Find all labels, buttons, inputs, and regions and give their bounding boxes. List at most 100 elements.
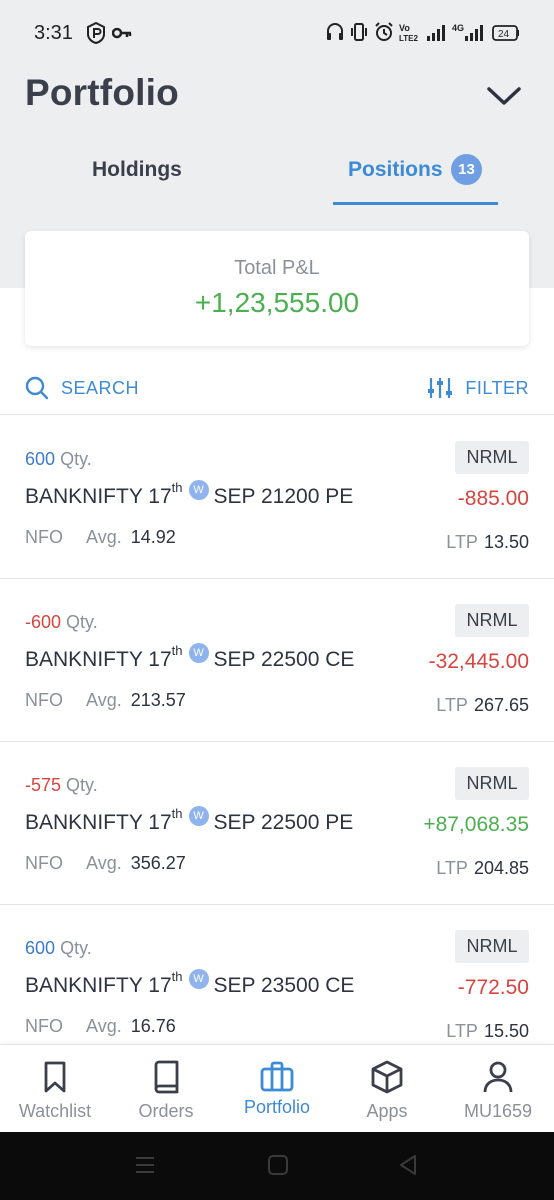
svg-text:Vo: Vo	[399, 23, 410, 33]
alarm-icon	[375, 22, 393, 41]
total-pnl-label: Total P&L	[234, 257, 320, 279]
svg-text:LTE2: LTE2	[399, 34, 419, 42]
key-icon	[112, 27, 132, 39]
exchange-name: NFO	[25, 690, 63, 710]
nav-watchlist[interactable]: Watchlist	[0, 1045, 110, 1133]
position-pnl: -32,445.00	[428, 650, 529, 673]
exchange-avg: NFO Avg. 213.57	[25, 690, 186, 711]
search-filter-bar: SEARCH FILTER	[0, 368, 554, 414]
instrument-name: BANKNIFTY 17th W SEP 21200 PE	[25, 480, 353, 510]
status-bar: 3:31 Vo LTE2 4G 24	[0, 0, 554, 66]
home-icon[interactable]	[267, 1154, 289, 1176]
qty-value: 600	[25, 938, 56, 958]
avg-label: Avg.	[86, 853, 122, 873]
signal-icon	[427, 25, 445, 41]
nav-apps[interactable]: Apps	[332, 1045, 442, 1133]
position-row[interactable]: -575 Qty. BANKNIFTY 17th W SEP 22500 PE NF…	[0, 741, 554, 904]
search-icon	[25, 376, 49, 400]
ltp-value: 204.85	[473, 858, 529, 878]
contract-details: SEP 23500 CE	[213, 974, 355, 997]
svg-text:4G: 4G	[452, 23, 464, 33]
ltp: LTP 267.65	[436, 695, 529, 716]
instrument-name: BANKNIFTY 17th W SEP 23500 CE	[25, 969, 355, 999]
nav-account-label: MU1659	[463, 1101, 533, 1121]
page-title: Portfolio	[25, 72, 179, 113]
instrument-name: BANKNIFTY 17th W SEP 22500 PE	[25, 806, 354, 836]
recent-apps-icon[interactable]	[134, 1154, 156, 1176]
qty-value: -600	[25, 612, 62, 632]
exchange-name: NFO	[25, 527, 63, 547]
search-label: SEARCH	[61, 377, 140, 398]
filter-label: FILTER	[465, 377, 529, 398]
vibrate-icon	[351, 23, 367, 41]
position-row[interactable]: 600 Qty. BANKNIFTY 17th W SEP 23500 CE NFO…	[0, 904, 554, 1067]
position-qty: 600 Qty.	[25, 938, 92, 959]
instrument-name: BANKNIFTY 17th W SEP 22500 CE	[25, 643, 355, 673]
ltp: LTP 13.50	[446, 532, 529, 553]
tab-holdings-label: Holdings	[92, 158, 182, 181]
product-type-badge: NRML	[455, 441, 529, 474]
avg-price: 16.76	[130, 1016, 176, 1036]
qty-value: 600	[25, 449, 56, 469]
expiry-suffix: th	[171, 643, 183, 658]
position-pnl: +87,068.35	[423, 813, 529, 836]
nav-orders[interactable]: Orders	[111, 1045, 221, 1133]
position-qty: 600 Qty.	[25, 449, 92, 470]
qty-unit: Qty.	[66, 612, 98, 632]
product-type-badge: NRML	[455, 604, 529, 637]
total-pnl-value: +1,23,555.00	[194, 287, 360, 318]
weekly-expiry-badge: W	[188, 643, 209, 663]
ltp-value: 15.50	[483, 1021, 529, 1041]
filter-button[interactable]: FILTER	[427, 372, 529, 404]
contract-details: SEP 22500 PE	[213, 811, 354, 834]
nav-portfolio[interactable]: Portfolio	[222, 1045, 332, 1133]
expiry-suffix: th	[171, 969, 183, 984]
avg-price: 356.27	[130, 853, 186, 873]
volte-icon: Vo LTE2	[399, 23, 419, 42]
ltp-label: LTP	[436, 695, 468, 715]
product-type-badge: NRML	[455, 767, 529, 800]
positions-count-badge: 13	[451, 154, 482, 185]
active-tab-indicator	[333, 202, 498, 205]
expiry-suffix: th	[171, 806, 183, 821]
battery-icon: 24	[492, 25, 519, 41]
avg-price: 14.92	[130, 527, 176, 547]
p-app-icon	[87, 22, 105, 44]
exchange-name: NFO	[25, 1016, 63, 1036]
total-pnl-card: Total P&L +1,23,555.00	[25, 231, 529, 346]
exchange-name: NFO	[25, 853, 63, 873]
ltp: LTP 15.50	[446, 1021, 529, 1042]
account-switch-button[interactable]	[482, 78, 526, 114]
tab-holdings[interactable]: Holdings	[92, 144, 182, 204]
briefcase-icon	[260, 1061, 294, 1092]
instrument-symbol: BANKNIFTY 17	[25, 648, 172, 671]
instrument-symbol: BANKNIFTY 17	[25, 811, 172, 834]
nav-account[interactable]: MU1659	[443, 1045, 553, 1133]
battery-level: 24	[498, 29, 510, 40]
cube-icon	[371, 1060, 403, 1094]
chevron-down-icon	[487, 87, 521, 105]
qty-unit: Qty.	[60, 938, 92, 958]
status-time: 3:31	[34, 22, 73, 44]
nav-orders-label: Orders	[138, 1101, 194, 1121]
bottom-navigation: Watchlist Orders Portfolio Apps MU1659	[0, 1044, 554, 1132]
tab-positions[interactable]: Positions 13	[333, 144, 498, 205]
product-type-badge: NRML	[455, 930, 529, 963]
signal-4g-icon: 4G	[452, 23, 483, 41]
ltp-label: LTP	[446, 532, 478, 552]
contract-details: SEP 22500 CE	[213, 648, 355, 671]
avg-label: Avg.	[86, 1016, 122, 1036]
position-qty: -600 Qty.	[25, 612, 98, 633]
headset-icon	[327, 23, 343, 40]
instrument-symbol: BANKNIFTY 17	[25, 974, 172, 997]
qty-value: -575	[25, 775, 62, 795]
position-row[interactable]: 600 Qty. BANKNIFTY 17th W SEP 21200 PE NFO…	[0, 415, 554, 578]
nav-watchlist-label: Watchlist	[18, 1101, 92, 1121]
position-row[interactable]: -600 Qty. BANKNIFTY 17th W SEP 22500 CE NF…	[0, 578, 554, 741]
search-button[interactable]: SEARCH	[25, 372, 139, 404]
avg-price: 213.57	[130, 690, 186, 710]
exchange-avg: NFO Avg. 356.27	[25, 853, 186, 874]
book-icon	[154, 1060, 179, 1094]
ltp-value: 267.65	[473, 695, 529, 715]
back-icon[interactable]	[397, 1154, 419, 1176]
